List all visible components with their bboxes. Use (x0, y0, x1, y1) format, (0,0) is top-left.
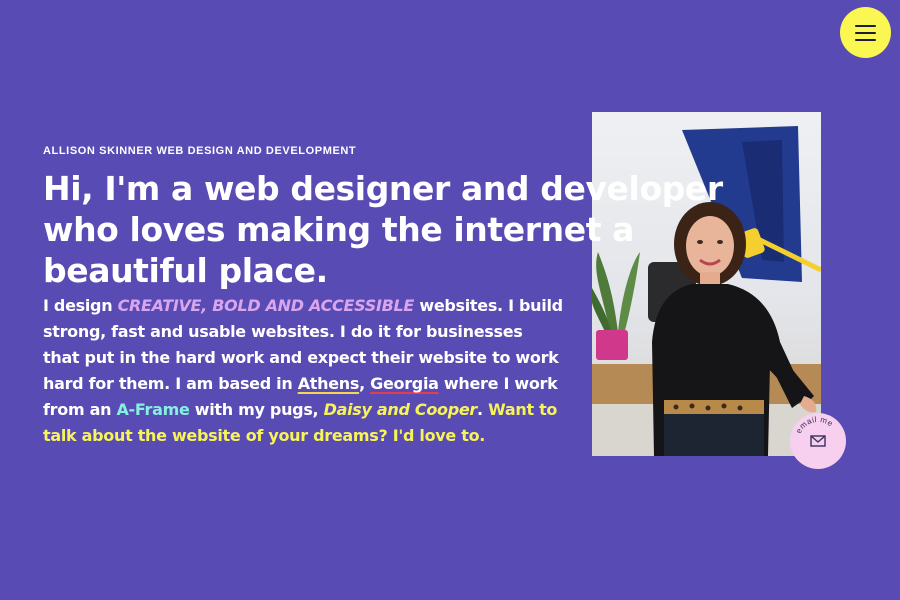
pugs-link[interactable]: Daisy and Cooper (324, 400, 478, 419)
menu-button[interactable] (840, 7, 891, 58)
page-title: Hi, I'm a web designer and developer who… (43, 169, 723, 290)
athens-link[interactable]: Athens (298, 374, 360, 393)
page-background: ALLISON SKINNER WEB DESIGN AND DEVELOPME… (0, 0, 900, 600)
site-eyebrow: ALLISON SKINNER WEB DESIGN AND DEVELOPME… (43, 145, 357, 157)
aframe-link[interactable]: A-Frame (116, 400, 189, 419)
svg-text:email me: email me (794, 415, 835, 435)
hamburger-icon-bar (855, 31, 876, 34)
intro-text: I design (43, 296, 118, 315)
email-me-badge-graphic: email me (794, 415, 835, 447)
georgia-link[interactable]: Georgia (370, 374, 439, 393)
email-me-label: email me (794, 415, 834, 435)
hamburger-icon (855, 24, 876, 27)
intro-text: with my pugs, (189, 400, 324, 419)
intro-accent-text: CREATIVE, BOLD AND ACCESSIBLE (117, 296, 415, 315)
envelope-icon (810, 435, 826, 447)
intro-paragraph: I design CREATIVE, BOLD AND ACCESSIBLE w… (43, 293, 563, 449)
email-me-button[interactable]: email me (790, 413, 846, 469)
intro-text: , (359, 374, 371, 393)
hamburger-icon-bar (855, 38, 876, 41)
intro-text: . (477, 400, 489, 419)
